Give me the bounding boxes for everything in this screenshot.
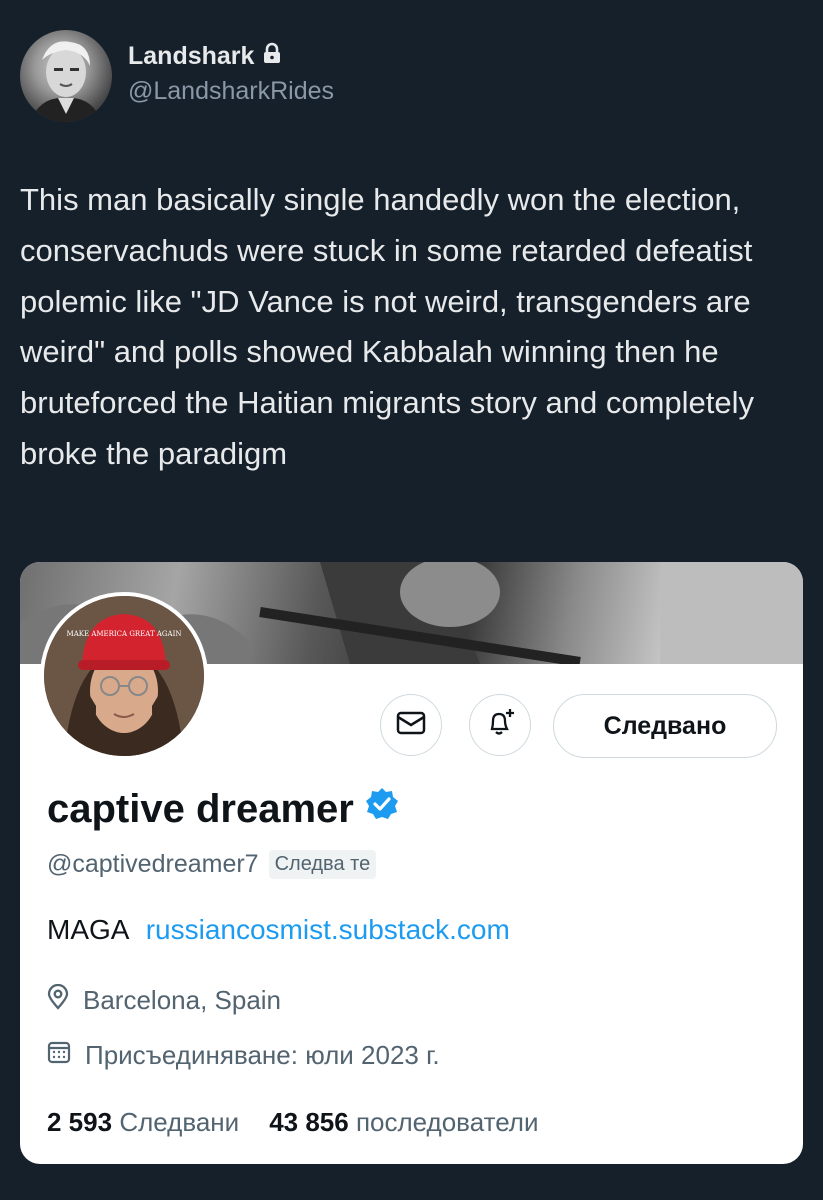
message-button[interactable] xyxy=(380,694,442,756)
lock-icon xyxy=(262,42,282,71)
profile-display-name: captive dreamer xyxy=(47,786,400,832)
bio-text: MAGA xyxy=(47,914,128,945)
followers-stat[interactable]: 43 856 последователи xyxy=(269,1107,538,1138)
profile-stats: 2 593 Следвани 43 856 последователи xyxy=(47,1107,539,1138)
profile-handle: @captivedreamer7 xyxy=(47,850,259,878)
author-handle[interactable]: @LandsharkRides xyxy=(128,77,334,106)
followers-label: последователи xyxy=(355,1107,539,1137)
profile-handle-row: @captivedreamer7 Следва те xyxy=(47,850,377,879)
profile-avatar[interactable]: MAKE AMERICA GREAT AGAIN xyxy=(40,592,208,760)
profile-card[interactable]: MAKE AMERICA GREAT AGAIN Следвано captiv… xyxy=(20,562,803,1164)
location-row: Barcelona, Spain xyxy=(47,983,282,1017)
author-avatar[interactable] xyxy=(20,30,112,122)
cap-text: MAKE AMERICA GREAT AGAIN xyxy=(67,630,182,638)
followers-count: 43 856 xyxy=(269,1107,349,1137)
joined-row: Присъединяване: юли 2023 г. xyxy=(47,1040,440,1071)
tweet-text: This man basically single handedly won t… xyxy=(20,182,763,472)
profile-bio: MAGA russiancosmist.substack.com xyxy=(47,914,510,946)
notify-button[interactable] xyxy=(469,694,531,756)
bell-plus-icon xyxy=(484,707,516,744)
following-label: Следвани xyxy=(119,1107,240,1137)
following-count: 2 593 xyxy=(47,1107,113,1137)
follows-you-badge: Следва те xyxy=(268,850,377,879)
following-button[interactable]: Следвано xyxy=(553,694,777,758)
author-name[interactable]: Landshark xyxy=(128,42,334,71)
bio-link[interactable]: russiancosmist.substack.com xyxy=(146,914,510,945)
envelope-icon xyxy=(396,711,426,740)
verified-badge-icon[interactable] xyxy=(364,786,400,832)
following-stat[interactable]: 2 593 Следвани xyxy=(47,1107,239,1138)
location-pin-icon xyxy=(47,983,69,1017)
location-text: Barcelona, Spain xyxy=(83,985,282,1015)
calendar-icon xyxy=(47,1040,71,1071)
joined-text: Присъединяване: юли 2023 г. xyxy=(85,1040,440,1070)
tweet-header: Landshark @LandsharkRides xyxy=(20,30,334,122)
